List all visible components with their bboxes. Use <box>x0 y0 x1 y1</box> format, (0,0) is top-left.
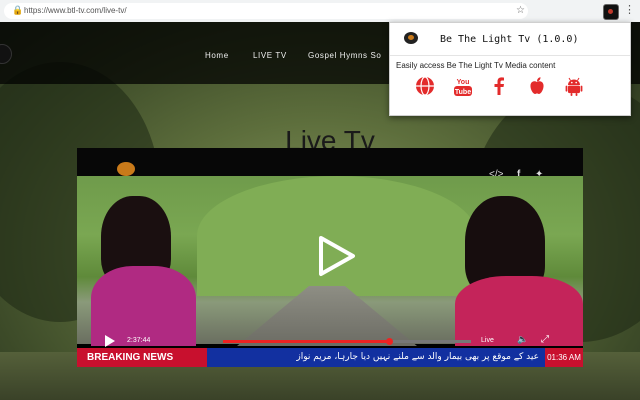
ticker-clock: 01:36 AM <box>545 348 583 367</box>
facebook-icon[interactable] <box>488 75 510 97</box>
ticker-text: عید کے موقع پر بھی بیمار والد سے ملنے نہ… <box>296 352 539 362</box>
nav-item-live-tv[interactable]: LIVE TV <box>253 51 287 61</box>
progress-fill <box>223 340 390 343</box>
player-top-bar: </> f ✦ <box>77 148 583 180</box>
video-frame[interactable] <box>77 176 583 346</box>
elapsed-time: 2:37:44 <box>127 337 151 344</box>
site-logo[interactable] <box>0 44 12 64</box>
breaking-news-badge: BREAKING NEWS <box>77 348 207 367</box>
apple-icon[interactable] <box>526 75 548 97</box>
browser-menu-icon[interactable]: ⋮ <box>624 3 635 17</box>
play-overlay-icon[interactable] <box>313 234 357 278</box>
android-icon[interactable] <box>563 75 585 97</box>
nav-item-gospel-hymns[interactable]: Gospel Hymns So <box>308 51 381 61</box>
lock-icon: 🔒 <box>12 5 24 15</box>
popup-logo <box>404 32 418 44</box>
channel-logo <box>117 162 135 176</box>
video-player[interactable]: </> f ✦ 2:37:44 Live 🔈 ⤢ BREAKING NEWS ع… <box>77 148 583 367</box>
volume-icon[interactable]: 🔈 <box>517 334 528 345</box>
video-person-right <box>455 196 583 346</box>
extension-icon[interactable] <box>603 4 619 20</box>
extension-popup: Be The Light Tv (1.0.0) Easily access Be… <box>389 22 631 116</box>
bookmark-star-icon[interactable]: ☆ <box>516 5 525 17</box>
svg-text:Tube: Tube <box>455 89 471 96</box>
address-bar[interactable]: 🔒 https://www.btl-tv.com/live-tv/ ☆ <box>4 3 528 19</box>
video-person-left <box>91 196 201 346</box>
popup-header: Be The Light Tv (1.0.0) <box>390 23 630 56</box>
svg-text:You: You <box>457 79 470 86</box>
url-text: https://www.btl-tv.com/live-tv/ <box>24 6 127 15</box>
news-ticker: BREAKING NEWS عید کے موقع پر بھی بیمار و… <box>77 348 583 367</box>
nav-item-home[interactable]: Home <box>205 51 229 61</box>
popup-description: Easily access Be The Light Tv Media cont… <box>396 61 556 70</box>
player-controls: 2:37:44 Live 🔈 ⤢ <box>77 334 583 348</box>
fullscreen-icon[interactable]: ⤢ <box>541 334 549 345</box>
youtube-icon[interactable]: You Tube <box>452 75 474 97</box>
web-globe-icon[interactable] <box>414 75 436 97</box>
browser-toolbar: 🔒 https://www.btl-tv.com/live-tv/ ☆ ⋮ <box>0 0 640 23</box>
play-button[interactable] <box>105 335 115 347</box>
live-label: Live <box>481 337 494 344</box>
popup-title: Be The Light Tv (1.0.0) <box>440 34 579 45</box>
progress-bar[interactable] <box>223 338 471 345</box>
progress-handle[interactable] <box>386 338 394 345</box>
